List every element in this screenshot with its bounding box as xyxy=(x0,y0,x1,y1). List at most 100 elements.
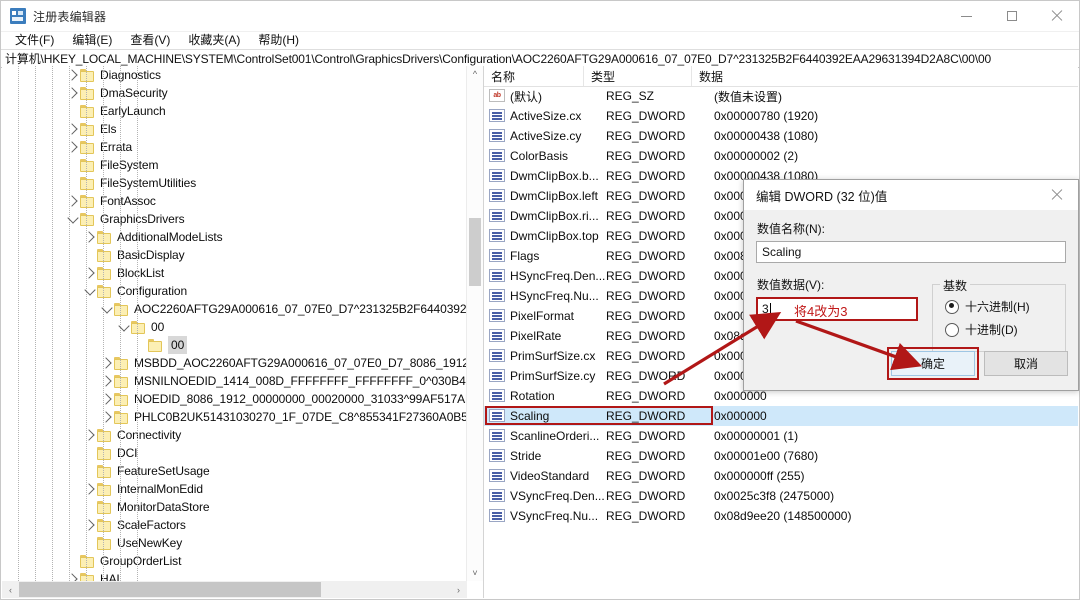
tree-item[interactable]: BlockList xyxy=(2,264,467,282)
tree-item[interactable]: DmaSecurity xyxy=(2,84,467,102)
menu-view[interactable]: 查看(V) xyxy=(121,32,179,49)
tree-item[interactable]: MSNILNOEDID_1414_008D_FFFFFFFF_FFFFFFFF_… xyxy=(2,372,467,390)
table-row[interactable]: ScalingREG_DWORD0x000000 xyxy=(484,406,1078,426)
column-header-name[interactable]: 名称 xyxy=(484,66,584,86)
tree-hscroll-track[interactable] xyxy=(19,581,450,598)
value-name: DwmClipBox.top xyxy=(510,229,606,243)
tree-item[interactable]: DCI xyxy=(2,444,467,462)
tree-item[interactable]: GraphicsDrivers xyxy=(2,210,467,228)
tree-item[interactable]: Connectivity xyxy=(2,426,467,444)
value-data-input[interactable]: 3 将4改为3 xyxy=(756,297,918,321)
value-name: PrimSurfSize.cx xyxy=(510,349,606,363)
registry-path: 计算机\HKEY_LOCAL_MACHINE\SYSTEM\ControlSet… xyxy=(5,50,991,67)
tree-item-label: NOEDID_8086_1912_00000000_00020000_31033… xyxy=(134,390,467,408)
tree-hscroll-thumb[interactable] xyxy=(19,582,321,597)
value-name: DwmClipBox.ri... xyxy=(510,209,606,223)
menu-edit[interactable]: 编辑(E) xyxy=(63,32,121,49)
tree-item[interactable]: NOEDID_8086_1912_00000000_00020000_31033… xyxy=(2,390,467,408)
value-name-input[interactable]: Scaling xyxy=(756,241,1066,263)
dialog-close-button[interactable] xyxy=(1036,180,1078,210)
tree-item[interactable]: Els xyxy=(2,120,467,138)
close-button[interactable] xyxy=(1034,1,1079,31)
menu-file[interactable]: 文件(F) xyxy=(6,32,63,49)
tree-item[interactable]: MonitorDataStore xyxy=(2,498,467,516)
folder-icon xyxy=(97,519,113,532)
table-row[interactable]: VideoStandardREG_DWORD0x000000ff (255) xyxy=(484,466,1078,486)
menu-help[interactable]: 帮助(H) xyxy=(249,32,308,49)
table-row[interactable]: ab(默认)REG_SZ(数值未设置) xyxy=(484,86,1078,106)
tree-item[interactable]: UseNewKey xyxy=(2,534,467,552)
selection-highlight-box xyxy=(485,406,713,425)
tree-item[interactable]: AdditionalModeLists xyxy=(2,228,467,246)
binary-value-icon xyxy=(489,249,505,263)
tree-item[interactable]: PHLC0B2UK51431030270_1F_07DE_C8^855341F2… xyxy=(2,408,467,426)
column-header-data[interactable]: 数据 xyxy=(692,66,1078,86)
tree-guide-line xyxy=(120,66,122,581)
table-row[interactable]: ColorBasisREG_DWORD0x00000002 (2) xyxy=(484,146,1078,166)
tree-item[interactable]: InternalMonEdid xyxy=(2,480,467,498)
folder-icon xyxy=(114,357,130,370)
tree-guide-line xyxy=(137,66,139,581)
radio-selected-icon xyxy=(945,300,959,314)
table-row[interactable]: ActiveSize.cxREG_DWORD0x00000780 (1920) xyxy=(484,106,1078,126)
binary-value-icon xyxy=(489,269,505,283)
window-title: 注册表编辑器 xyxy=(33,8,106,25)
value-data: 0x000000 xyxy=(714,389,1078,403)
value-type: REG_DWORD xyxy=(606,489,714,503)
table-row[interactable]: ActiveSize.cyREG_DWORD0x00000438 (1080) xyxy=(484,126,1078,146)
folder-icon xyxy=(80,177,96,190)
binary-value-icon xyxy=(489,329,505,343)
tree-item[interactable]: MSBDD_AOC2260AFTG29A000616_07_07E0_D7_80… xyxy=(2,354,467,372)
tree-item-label: UseNewKey xyxy=(117,534,182,552)
scroll-left-icon[interactable]: ‹ xyxy=(2,581,19,598)
tree-pane: DiagnosticsDmaSecurityEarlyLaunchElsErra… xyxy=(2,66,483,598)
tree-item-label: FileSystem xyxy=(100,156,158,174)
radio-decimal[interactable]: 十进制(D) xyxy=(945,321,1057,338)
tree-item[interactable]: FileSystem xyxy=(2,156,467,174)
scroll-right-icon[interactable]: › xyxy=(450,581,467,598)
tree-item[interactable]: 00 xyxy=(2,318,467,336)
tree-item[interactable]: Errata xyxy=(2,138,467,156)
cancel-button-wrap: 取消 xyxy=(984,351,1068,376)
table-row[interactable]: VSyncFreq.Nu...REG_DWORD0x08d9ee20 (1485… xyxy=(484,506,1078,526)
scroll-down-icon[interactable]: ˅ xyxy=(467,565,483,581)
window-controls xyxy=(944,1,1079,31)
value-data: (数值未设置) xyxy=(714,88,1078,105)
table-row[interactable]: ScanlineOrderi...REG_DWORD0x00000001 (1) xyxy=(484,426,1078,446)
tree-item[interactable]: HAL xyxy=(2,570,467,581)
tree-item[interactable]: BasicDisplay xyxy=(2,246,467,264)
tree-vertical-scrollbar[interactable]: ^ ˅ xyxy=(466,66,483,581)
tree-item[interactable]: ScaleFactors xyxy=(2,516,467,534)
column-header-type[interactable]: 类型 xyxy=(584,66,692,86)
tree-item[interactable]: 00 xyxy=(2,336,467,354)
table-row[interactable]: VSyncFreq.Den...REG_DWORD0x0025c3f8 (247… xyxy=(484,486,1078,506)
tree-item[interactable]: FeatureSetUsage xyxy=(2,462,467,480)
tree-vscroll-thumb[interactable] xyxy=(469,218,481,286)
tree-item[interactable]: FileSystemUtilities xyxy=(2,174,467,192)
tree-item[interactable]: EarlyLaunch xyxy=(2,102,467,120)
binary-value-icon xyxy=(489,389,505,403)
registry-icon xyxy=(10,8,26,24)
tree-item-label: FeatureSetUsage xyxy=(117,462,210,480)
minimize-button[interactable] xyxy=(944,1,989,31)
tree-item[interactable]: Diagnostics xyxy=(2,66,467,84)
tree-item[interactable]: AOC2260AFTG29A000616_07_07E0_D7^231325B2… xyxy=(2,300,467,318)
folder-icon xyxy=(80,123,96,136)
folder-icon xyxy=(97,231,113,244)
tree-item[interactable]: GroupOrderList xyxy=(2,552,467,570)
tree-item[interactable]: Configuration xyxy=(2,282,467,300)
tree-item[interactable]: FontAssoc xyxy=(2,192,467,210)
scroll-up-icon[interactable]: ^ xyxy=(467,66,483,82)
folder-icon xyxy=(97,483,113,496)
menu-favorites[interactable]: 收藏夹(A) xyxy=(179,32,249,49)
table-row[interactable]: StrideREG_DWORD0x00001e00 (7680) xyxy=(484,446,1078,466)
value-name: HSyncFreq.Nu... xyxy=(510,289,606,303)
tree-horizontal-scrollbar[interactable]: ‹ › xyxy=(2,581,467,598)
radio-hexadecimal[interactable]: 十六进制(H) xyxy=(945,298,1057,315)
ok-button[interactable]: 确定 xyxy=(891,351,975,376)
maximize-button[interactable] xyxy=(989,1,1034,31)
registry-tree[interactable]: DiagnosticsDmaSecurityEarlyLaunchElsErra… xyxy=(2,66,467,581)
cancel-button[interactable]: 取消 xyxy=(984,351,1068,376)
binary-value-icon xyxy=(489,429,505,443)
value-name: VSyncFreq.Den... xyxy=(510,489,606,503)
